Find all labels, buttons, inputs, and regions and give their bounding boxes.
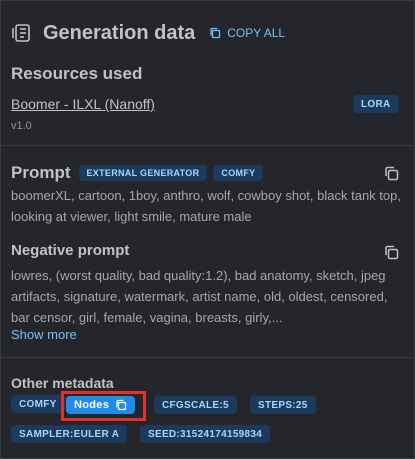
copy-icon bbox=[384, 245, 398, 259]
resource-version: v1.0 bbox=[11, 120, 32, 132]
prompt-header: Prompt EXTERNAL GENERATOR COMFY bbox=[11, 163, 269, 183]
copy-all-button[interactable]: COPY ALL bbox=[209, 26, 285, 40]
copy-icon bbox=[384, 166, 398, 180]
comfy-badge: COMFY bbox=[213, 165, 264, 181]
generation-data-panel: Generation data COPY ALL Resources used … bbox=[0, 0, 415, 459]
copy-negative-prompt-button[interactable] bbox=[382, 243, 400, 261]
resource-link[interactable]: Boomer - ILXL (Nanoff) bbox=[11, 96, 155, 112]
resource-type-badge: LORA bbox=[353, 95, 399, 113]
copy-all-label: COPY ALL bbox=[227, 26, 286, 40]
panel-title: Generation data bbox=[43, 21, 196, 44]
prompt-text: boomerXL, cartoon, 1boy, anthro, wolf, c… bbox=[11, 188, 401, 224]
panel-header: Generation data COPY ALL bbox=[11, 19, 285, 47]
show-more-link[interactable]: Show more bbox=[11, 327, 77, 342]
prompt-title: Prompt bbox=[11, 163, 71, 182]
seed-chip: SEED:31524174159834 bbox=[140, 425, 271, 443]
other-metadata-title: Other metadata bbox=[11, 375, 114, 391]
copy-prompt-button[interactable] bbox=[382, 164, 400, 182]
steps-chip: STEPS:25 bbox=[250, 396, 316, 414]
copy-icon bbox=[210, 27, 221, 39]
comfy-chip: COMFY bbox=[11, 395, 65, 413]
generation-data-icon bbox=[11, 22, 33, 44]
cfgscale-chip: CFGSCALE:5 bbox=[154, 396, 237, 414]
highlight-box bbox=[61, 391, 146, 421]
divider bbox=[1, 357, 414, 358]
sampler-chip: SAMPLER:EULER A bbox=[11, 425, 128, 443]
resources-title: Resources used bbox=[11, 64, 143, 83]
divider bbox=[1, 145, 414, 146]
negative-prompt-title: Negative prompt bbox=[11, 242, 130, 259]
negative-prompt-text: lowres, (worst quality, bad quality:1.2)… bbox=[11, 268, 388, 325]
external-generator-badge: EXTERNAL GENERATOR bbox=[78, 165, 208, 181]
